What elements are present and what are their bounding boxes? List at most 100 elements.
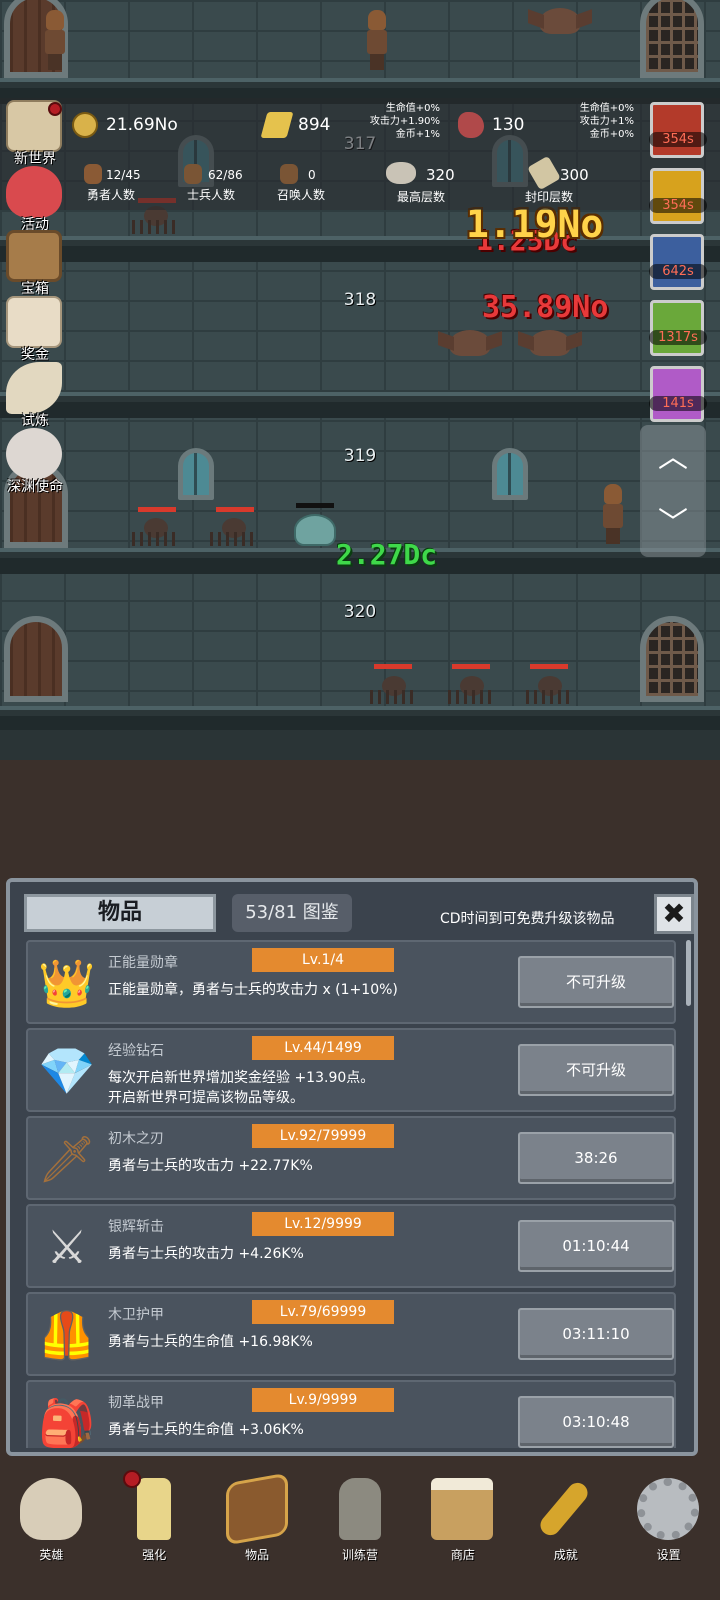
hero-count-stat: 12/45 勇者人数 [66, 164, 156, 203]
bonus-stats-left: 生命值+0% 攻击力+1.90% 金币+1% [369, 103, 440, 140]
soldier-count-icon [184, 164, 202, 184]
gold-coin-icon [72, 112, 98, 138]
spider-enemy [210, 518, 256, 548]
notification-dot [48, 102, 62, 116]
upgrade-button[interactable]: 38:26 [518, 1132, 674, 1184]
gold-bar-stat: 894 [260, 112, 331, 138]
upgrade-button[interactable]: 03:10:48 [518, 1396, 674, 1448]
list-item: ⚔ 银辉斩击 Lv.12/9999 勇者与士兵的攻击力 +4.26K% 01:1… [26, 1204, 676, 1288]
gold-bar-icon [260, 112, 294, 138]
scroll-up-button[interactable]: ︿ [640, 425, 706, 491]
side-menu-label: 宝箱 [21, 281, 49, 297]
buff-slot[interactable]: 141s [649, 366, 707, 422]
side-menu-abyss-mission[interactable]: 深渊使命 [0, 428, 70, 495]
damage-number-red: 35.89No [482, 290, 609, 325]
summon-count-stat: 0 召唤人数 [266, 164, 336, 203]
nav-enhance[interactable]: 强化 [103, 1462, 206, 1600]
list-item: 🦺 木卫护甲 Lv.79/69999 勇者与士兵的生命值 +16.98K% 03… [26, 1292, 676, 1376]
bat-enemy [450, 330, 490, 356]
pearl-icon [6, 428, 62, 480]
floor-scroll-control: ︿ ﹀ [640, 425, 706, 557]
hero-count-icon [84, 164, 102, 184]
nav-items[interactable]: 物品 [206, 1462, 309, 1600]
iron-gate [640, 0, 704, 78]
side-menu-event[interactable]: 活动 [0, 166, 70, 233]
list-scrollbar[interactable] [686, 940, 691, 1006]
items-panel: 物品 53/81 图鉴 CD时间到可免费升级该物品 ✖ 👑 正能量勋章 Lv.1… [6, 878, 698, 1456]
wooden-sword-icon: 🗡 [37, 1131, 97, 1186]
item-list[interactable]: 👑 正能量勋章 Lv.1/4 正能量勋章，勇者与士兵的攻击力 x (1+10%)… [26, 940, 684, 1448]
nav-achievement[interactable]: 成就 [514, 1462, 617, 1600]
upgrade-button[interactable]: 03:11:10 [518, 1308, 674, 1360]
nav-label: 物品 [245, 1548, 270, 1562]
buff-timer: 354s [649, 198, 707, 213]
summon-count-value: 0 [308, 168, 316, 182]
diamond-icon: 💎 [38, 1043, 96, 1098]
spider-enemy [370, 676, 416, 706]
heart-icon [6, 166, 62, 218]
upgrade-button[interactable]: 01:10:44 [518, 1220, 674, 1272]
side-menu-chest[interactable]: 宝箱 [0, 230, 70, 297]
bottom-nav: 英雄 强化 物品 训练营 商店 成就 设置 [0, 1462, 720, 1600]
beer-icon [431, 1478, 494, 1540]
buff-timer: 354s [649, 132, 707, 147]
upgrade-button[interactable]: 不可升级 [518, 1044, 674, 1096]
upgrade-button[interactable]: 不可升级 [518, 956, 674, 1008]
hero-sprite [362, 10, 390, 70]
enemy-hp-bar [530, 664, 568, 669]
item-description: 勇者与士兵的攻击力 +4.26K% [108, 1246, 304, 1262]
buff-slot[interactable]: 354s [649, 168, 707, 224]
bat-enemy [540, 8, 580, 34]
item-name: 木卫护甲 [108, 1307, 164, 1323]
buff-slot[interactable]: 642s [649, 234, 707, 290]
seal-floor-label: 封印层数 [524, 190, 573, 204]
hero-sprite [40, 10, 68, 70]
nav-label: 训练营 [342, 1548, 379, 1562]
item-name: 正能量勋章 [108, 955, 178, 971]
scroll-down-button[interactable]: ﹀ [640, 491, 706, 557]
codex-button[interactable]: 53/81 图鉴 [232, 894, 352, 932]
buff-timer: 1317s [649, 330, 707, 345]
buff-timer: 141s [649, 396, 707, 411]
meat-stat: 130 [458, 112, 524, 138]
nav-settings[interactable]: 设置 [617, 1462, 720, 1600]
nav-hero[interactable]: 英雄 [0, 1462, 103, 1600]
side-menu-label: 新世界 [14, 151, 56, 167]
item-description: 勇者与士兵的生命值 +3.06K% [108, 1422, 304, 1438]
gold-value: 21.69No [106, 115, 178, 135]
side-menu-trial[interactable]: 试炼 [0, 362, 70, 429]
floor-number-320: 320 [343, 602, 377, 622]
list-item: 🗡 初木之刃 Lv.92/79999 勇者与士兵的攻击力 +22.77K% 38… [26, 1116, 676, 1200]
side-menu-bonus[interactable]: 奖金 [0, 296, 70, 363]
soldier-count-stat: 62/86 士兵人数 [166, 164, 256, 203]
buff-slot[interactable]: 354s [649, 102, 707, 158]
panel-title: 物品 [24, 894, 216, 932]
spider-enemy [132, 206, 178, 236]
gear-icon [637, 1478, 700, 1540]
enemy-hp-bar [452, 664, 490, 669]
heal-number-green: 2.27Dc [336, 538, 438, 571]
seal-floor-value: 300 [560, 166, 589, 184]
crown-icon: 👑 [38, 955, 96, 1010]
spider-enemy [526, 676, 572, 706]
nav-training-camp[interactable]: 训练营 [309, 1462, 412, 1600]
side-menu-new-world[interactable]: 新世界 [0, 100, 70, 167]
buff-slot[interactable]: 1317s [649, 300, 707, 356]
item-description: 每次开启新世界增加奖金经验 +13.90点。 开启新世界可提高该物品等级。 [108, 1070, 375, 1106]
hero-sprite [598, 484, 626, 544]
item-description: 勇者与士兵的生命值 +16.98K% [108, 1334, 313, 1350]
gold-bar-value: 894 [298, 115, 331, 135]
side-menu-label: 深渊使命 [7, 479, 63, 495]
nav-label: 设置 [656, 1548, 681, 1562]
cd-hint-text: CD时间到可免费升级该物品 [440, 911, 615, 927]
nav-shop[interactable]: 商店 [411, 1462, 514, 1600]
close-button[interactable]: ✖ [654, 894, 694, 934]
resource-stats-bar: 21.69No 894 130 生命值+0% 攻击力+1.90% 金币+1% 生… [0, 98, 720, 210]
item-description: 勇者与士兵的攻击力 +22.77K% [108, 1158, 313, 1174]
chest-icon [6, 230, 62, 282]
buff-timer: 642s [649, 264, 707, 279]
enemy-hp-bar [138, 507, 176, 512]
enemy-hp-bar [296, 503, 334, 508]
floor-number-318: 318 [343, 290, 377, 310]
hero-count-value: 12/45 [106, 168, 141, 182]
